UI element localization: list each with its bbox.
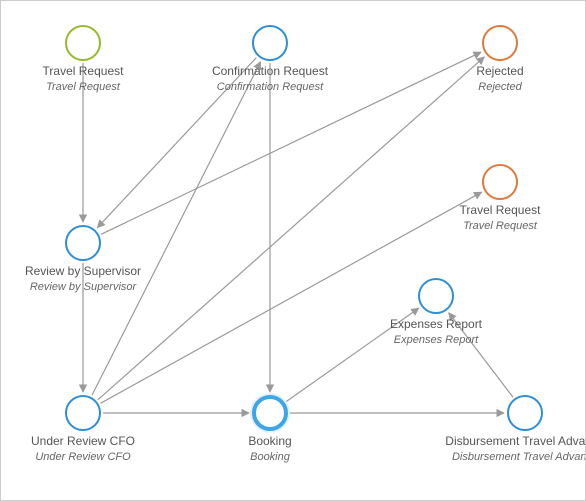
node-sublabel: Expenses Report (356, 334, 516, 347)
node-label: Under Review CFO (3, 435, 163, 449)
node-circle[interactable] (65, 25, 101, 61)
node-label: Rejected (420, 65, 580, 79)
node-circle[interactable] (507, 395, 543, 431)
node-travel-request-start[interactable]: Travel Request Travel Request (3, 25, 163, 93)
node-circle[interactable] (482, 25, 518, 61)
diagram-canvas: Travel Request Travel Request Confirmation… (0, 0, 586, 501)
node-sublabel: Under Review CFO (3, 451, 163, 464)
node-under-review-cfo[interactable]: Under Review CFO Under Review CFO (3, 395, 163, 463)
node-circle[interactable] (65, 395, 101, 431)
node-sublabel: Disbursement Travel Advance (445, 451, 586, 464)
node-disbursement-travel-advance[interactable]: Disbursement Travel Advance Disbursement … (445, 395, 586, 463)
node-circle[interactable] (252, 395, 288, 431)
node-confirmation-request[interactable]: Confirmation Request Confirmation Request (190, 25, 350, 93)
node-expenses-report[interactable]: Expenses Report Expenses Report (356, 278, 516, 346)
node-review-by-supervisor[interactable]: Review by Supervisor Review by Supervisor (3, 225, 163, 293)
node-sublabel: Booking (190, 451, 350, 464)
node-label: Review by Supervisor (3, 265, 163, 279)
node-label: Expenses Report (356, 318, 516, 332)
node-label: Travel Request (420, 204, 580, 218)
node-booking[interactable]: Booking Booking (190, 395, 350, 463)
node-label: Confirmation Request (190, 65, 350, 79)
node-sublabel: Review by Supervisor (3, 281, 163, 294)
node-sublabel: Travel Request (420, 220, 580, 233)
node-circle[interactable] (482, 164, 518, 200)
node-label: Disbursement Travel Advance (445, 435, 586, 449)
node-rejected[interactable]: Rejected Rejected (420, 25, 580, 93)
node-label: Booking (190, 435, 350, 449)
node-travel-request-end[interactable]: Travel Request Travel Request (420, 164, 580, 232)
node-circle[interactable] (65, 225, 101, 261)
node-sublabel: Rejected (420, 81, 580, 94)
node-sublabel: Confirmation Request (190, 81, 350, 94)
node-sublabel: Travel Request (3, 81, 163, 94)
node-circle[interactable] (418, 278, 454, 314)
node-circle[interactable] (252, 25, 288, 61)
node-label: Travel Request (3, 65, 163, 79)
